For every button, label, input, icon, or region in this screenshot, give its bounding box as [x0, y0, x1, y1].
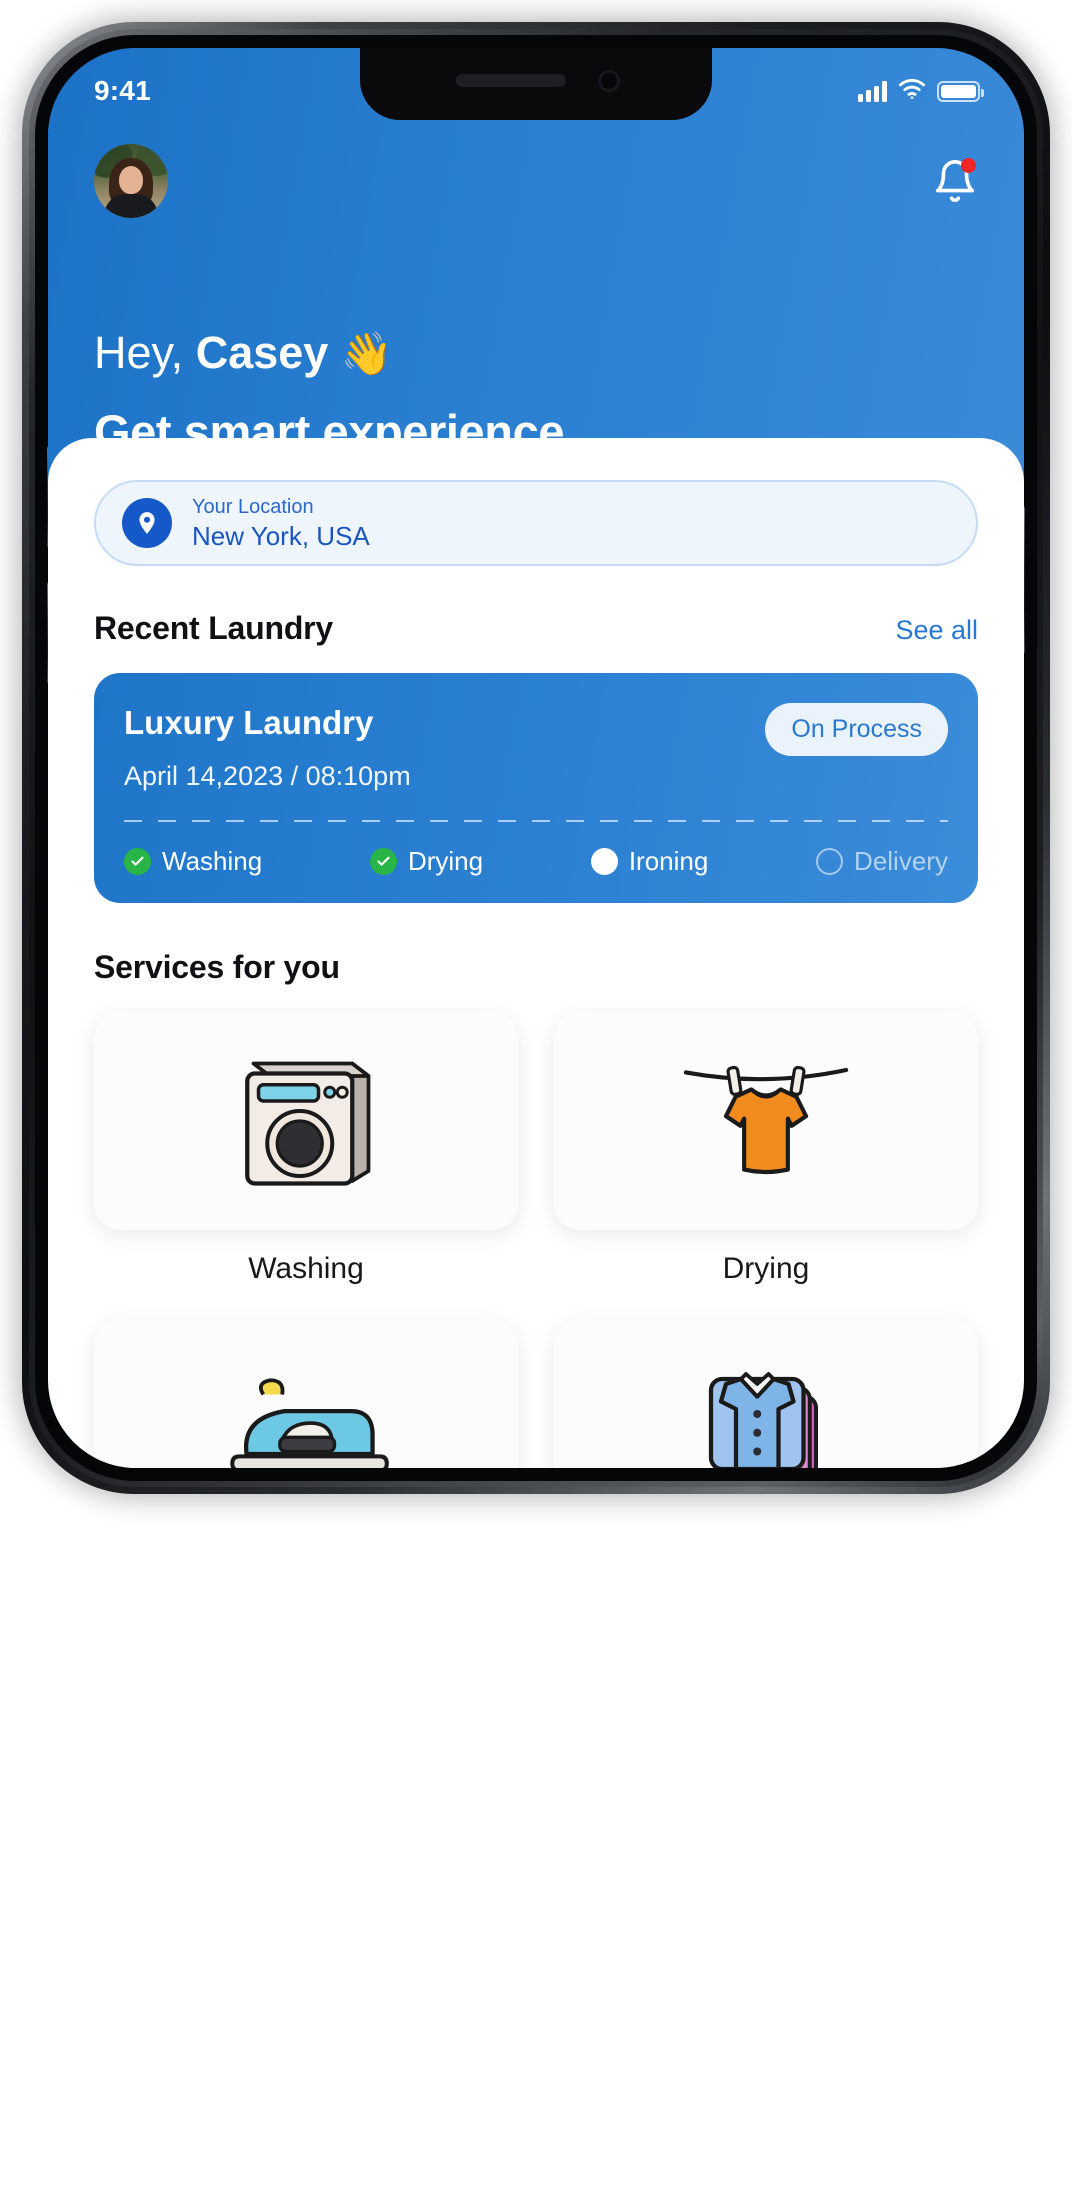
step-delivery: Delivery [816, 846, 948, 877]
service-tile[interactable] [554, 1011, 978, 1230]
iron-icon [230, 1377, 389, 1468]
service-tile[interactable] [94, 1319, 518, 1468]
recent-laundry-card[interactable]: Luxury Laundry April 14,2023 / 08:10pm O… [94, 673, 978, 903]
step-label: Drying [407, 845, 484, 876]
folded-shirts-icon [708, 1371, 818, 1468]
clothesline-shirt-icon [683, 1065, 849, 1174]
step-label: Washing [162, 845, 263, 876]
phone-frame: Hey, Casey 👋 Get smart experience in was… [22, 22, 1050, 1494]
phone-body: Hey, Casey 👋 Get smart experience in was… [35, 35, 1037, 1481]
step-washing: Washing [124, 846, 262, 877]
services-title: Services for you [94, 948, 340, 985]
progress-steps: Washing Drying Ironing Delivery [124, 846, 948, 877]
location-value: New York, USA [192, 520, 370, 551]
status-bar: 9:41 [48, 48, 1024, 120]
service-washing[interactable]: Washing [94, 1011, 518, 1286]
phone-frame-band: Hey, Casey 👋 Get smart experience in was… [29, 29, 1043, 1487]
check-circle-icon [369, 847, 397, 875]
laundry-card-top: Luxury Laundry April 14,2023 / 08:10pm O… [124, 703, 948, 792]
see-all-link[interactable]: See all [895, 615, 978, 646]
signal-bars-icon [858, 80, 887, 102]
avatar[interactable] [94, 144, 168, 218]
service-ironing[interactable]: Ironing [94, 1319, 518, 1468]
service-label: Drying [722, 1251, 810, 1285]
phone-screen: Hey, Casey 👋 Get smart experience in was… [48, 48, 1024, 1468]
map-pin-icon [122, 498, 172, 548]
header-top-row [94, 144, 978, 218]
greeting-name: Casey [195, 327, 329, 378]
greeting: Hey, Casey 👋 [94, 330, 393, 375]
washing-machine-icon [245, 1061, 371, 1186]
waving-hand-icon: 👋 [340, 330, 394, 377]
laundry-name: Luxury Laundry [124, 704, 374, 741]
status-bar-time: 9:41 [94, 75, 151, 106]
service-tile[interactable] [94, 1011, 518, 1230]
services-grid: Washing Drying [94, 1011, 978, 1468]
dashed-divider [124, 819, 948, 822]
content-sheet: Your Location New York, USA Recent Laund… [48, 438, 1024, 1468]
service-drying[interactable]: Drying [554, 1011, 978, 1286]
step-label: Delivery [854, 845, 948, 876]
battery-full-icon [937, 80, 984, 102]
step-drying: Drying [369, 845, 484, 877]
greeting-prefix: Hey, [94, 327, 184, 378]
step-ironing: Ironing [590, 845, 709, 877]
screenshot-root: Hey, Casey 👋 Get smart experience in was… [0, 0, 1072, 2196]
laundry-date: April 14,2023 / 08:10pm [124, 760, 411, 791]
recent-laundry-title: Recent Laundry [94, 610, 334, 646]
service-tile[interactable] [554, 1319, 978, 1468]
pending-step-dot-icon [816, 847, 844, 875]
service-fold[interactable]: Fold [554, 1319, 978, 1468]
status-bar-icons [858, 78, 984, 105]
recent-laundry-header: Recent Laundry See all [94, 610, 978, 647]
location-card[interactable]: Your Location New York, USA [94, 480, 978, 566]
service-label: Washing [248, 1251, 364, 1285]
current-step-dot-icon [590, 847, 618, 875]
location-label: Your Location [192, 495, 314, 518]
notification-badge-dot [961, 158, 976, 173]
step-label: Ironing [628, 845, 709, 876]
notification-button[interactable] [932, 158, 978, 204]
status-badge: On Process [765, 703, 948, 756]
wifi-icon [898, 78, 926, 105]
check-circle-icon [124, 847, 151, 875]
